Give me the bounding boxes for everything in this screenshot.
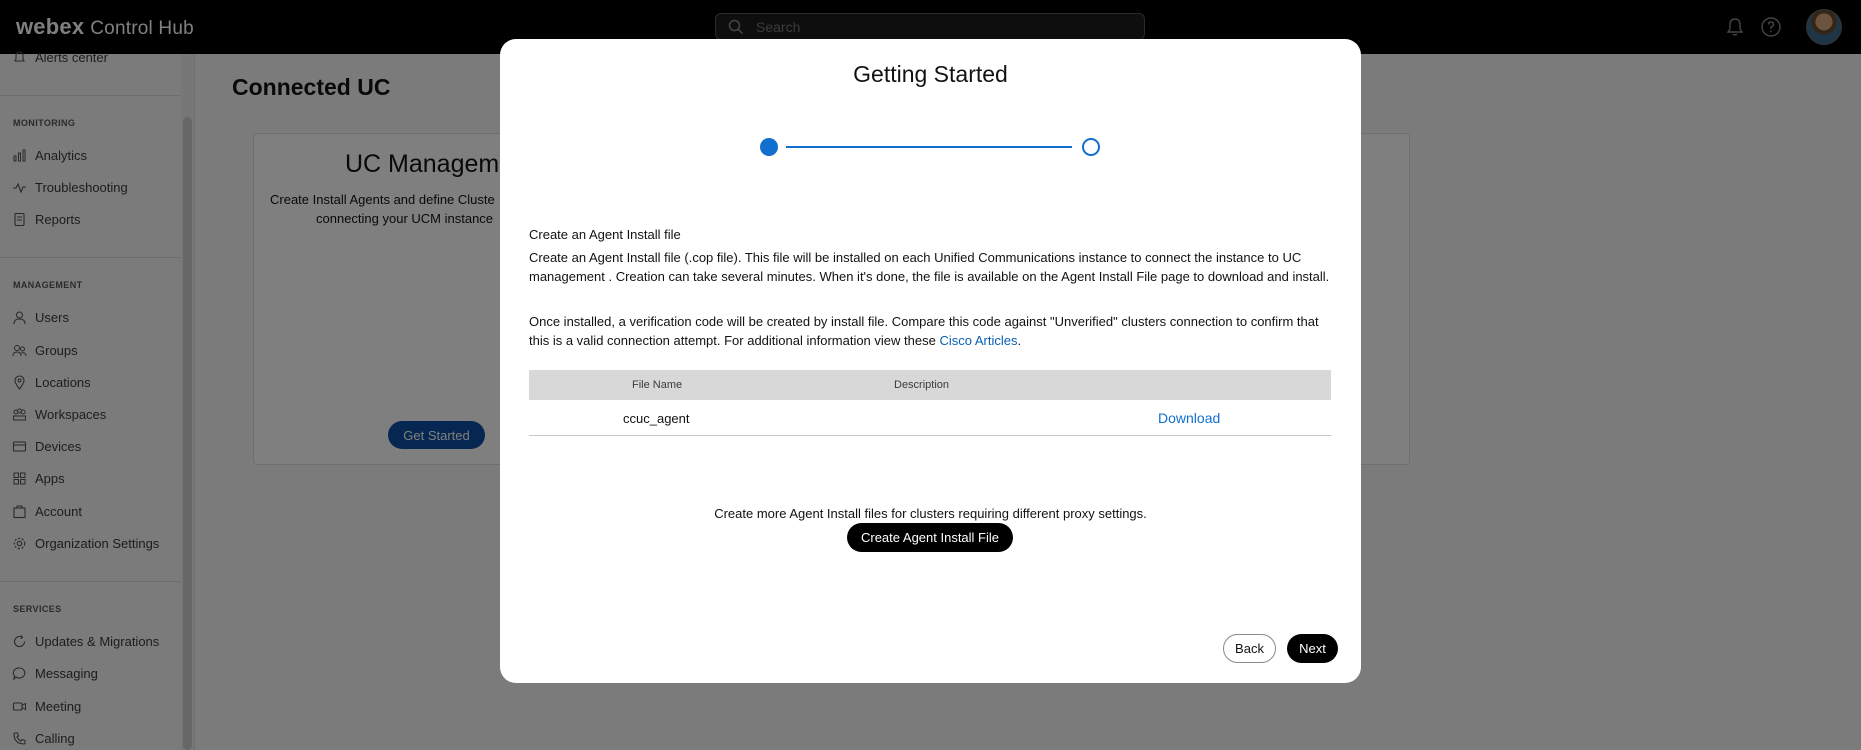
section-heading: Create an Agent Install file bbox=[529, 227, 681, 242]
agent-files-table: File Name Description ccuc_agent Downloa… bbox=[529, 370, 1331, 436]
column-header-file-name: File Name bbox=[632, 379, 683, 391]
modal-title: Getting Started bbox=[853, 61, 1008, 87]
column-header-description: Description bbox=[894, 379, 950, 391]
instructions-paragraph: Create an Agent Install file (.cop file)… bbox=[529, 250, 1330, 284]
create-agent-install-file-button[interactable]: Create Agent Install File bbox=[847, 523, 1013, 552]
step-indicator-next bbox=[1082, 138, 1100, 156]
create-more-hint: Create more Agent Install files for clus… bbox=[714, 506, 1147, 521]
stepper-connector bbox=[786, 146, 1072, 148]
download-link[interactable]: Download bbox=[1158, 410, 1220, 426]
verification-paragraph: Once installed, a verification code will… bbox=[529, 314, 1319, 348]
verification-text: Once installed, a verification code will… bbox=[529, 314, 1319, 348]
getting-started-modal: Getting Started Create an Agent Install … bbox=[500, 39, 1361, 683]
table-row: ccuc_agent Download bbox=[529, 400, 1331, 436]
next-button[interactable]: Next bbox=[1287, 634, 1338, 663]
table-header: File Name Description bbox=[529, 370, 1331, 400]
cisco-articles-link[interactable]: Cisco Articles bbox=[939, 333, 1017, 348]
step-indicator-current bbox=[760, 138, 778, 156]
file-name-cell: ccuc_agent bbox=[623, 411, 690, 426]
back-button[interactable]: Back bbox=[1223, 634, 1276, 663]
